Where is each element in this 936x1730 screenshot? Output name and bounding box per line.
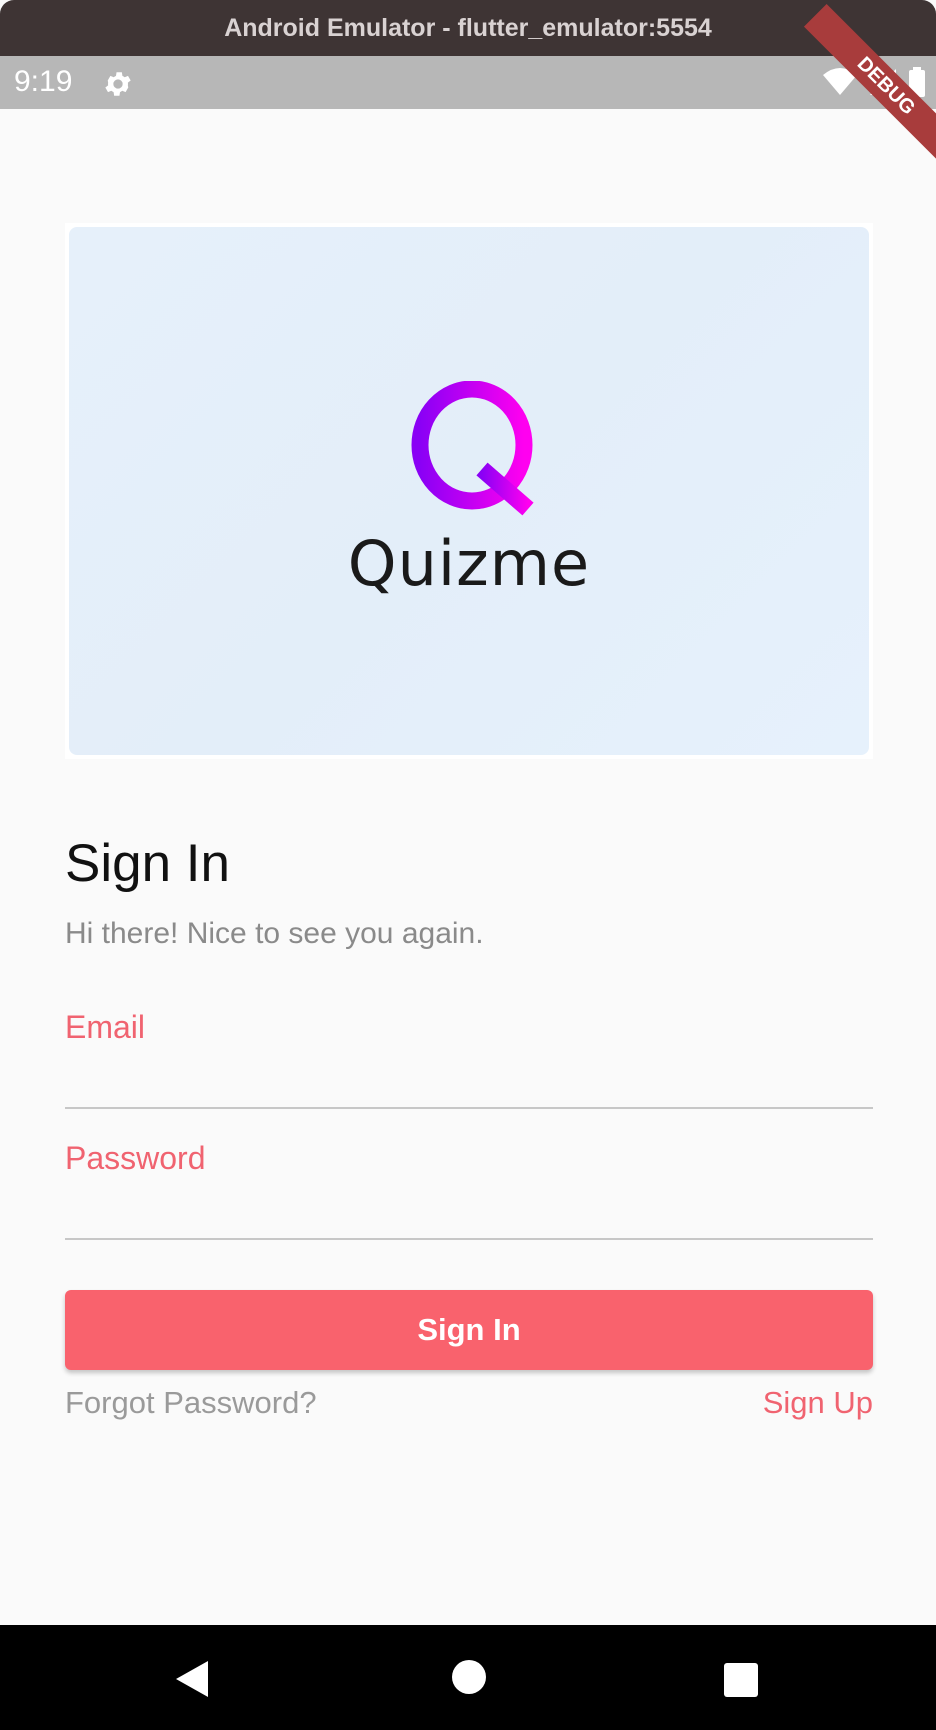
hero-card: Quizme <box>65 223 873 759</box>
navigation-bar <box>0 1625 936 1730</box>
hero-image: Quizme <box>69 227 869 755</box>
sign-in-button[interactable]: Sign In <box>65 1290 873 1370</box>
status-time: 9:19 <box>14 65 73 98</box>
password-input[interactable] <box>65 1188 877 1236</box>
signin-screen: Quizme Sign In Hi there! Nice to see you… <box>0 109 936 1625</box>
password-field[interactable]: Password <box>65 1140 877 1240</box>
window-titlebar: Android Emulator - flutter_emulator:5554 <box>0 0 936 56</box>
brand-name: Quizme <box>347 527 591 600</box>
recents-icon[interactable] <box>723 1662 759 1698</box>
home-icon[interactable] <box>451 1659 487 1695</box>
email-input[interactable] <box>65 1057 877 1105</box>
email-field[interactable]: Email <box>65 1009 877 1109</box>
forgot-password-link[interactable]: Forgot Password? <box>65 1385 317 1421</box>
password-underline <box>65 1238 873 1240</box>
email-underline <box>65 1107 873 1109</box>
back-icon[interactable] <box>174 1659 210 1699</box>
page-title: Sign In <box>65 834 231 893</box>
password-label: Password <box>65 1140 206 1176</box>
email-label: Email <box>65 1009 146 1045</box>
window-title: Android Emulator - flutter_emulator:5554 <box>224 13 712 42</box>
logo-q-icon <box>411 381 534 516</box>
page-subtitle: Hi there! Nice to see you again. <box>65 917 484 950</box>
gear-icon <box>105 72 131 96</box>
sign-up-link[interactable]: Sign Up <box>763 1385 873 1421</box>
status-bar: 9:19 <box>0 56 936 109</box>
